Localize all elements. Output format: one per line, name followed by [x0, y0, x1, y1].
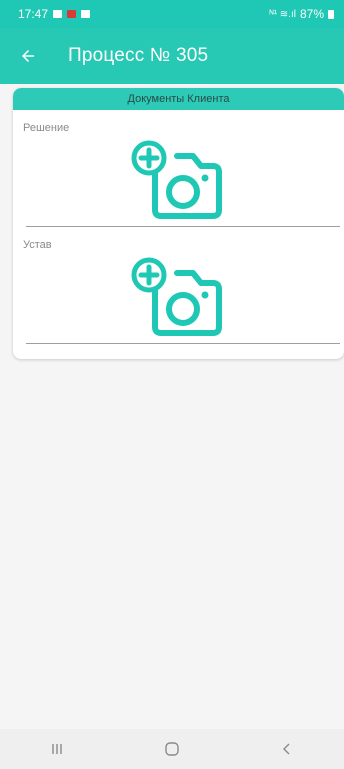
card-header: Документы Клиента — [13, 88, 344, 110]
documents-card: Документы Клиента Решение Устав — [13, 88, 344, 359]
recents-icon — [52, 744, 63, 754]
arrow-left-icon — [22, 50, 34, 62]
status-bar: 17:47 ᴺ¹ ≋.ıl 87% — [0, 0, 344, 28]
document-section-ustav: Устав — [13, 227, 344, 344]
page-title: Процесс № 305 — [68, 45, 209, 66]
home-icon — [165, 742, 179, 756]
signal-wifi-icon: ᴺ¹ ≋.ıl — [269, 8, 296, 20]
gallery-notification-icon — [53, 10, 63, 18]
app-notification-icon — [67, 10, 77, 18]
add-photo-icon — [131, 140, 222, 219]
status-time: 17:47 — [18, 7, 49, 21]
add-photo-button-reshenie[interactable] — [121, 138, 223, 222]
battery-icon — [328, 9, 334, 19]
home-button[interactable] — [142, 729, 202, 769]
message-notification-icon — [81, 10, 91, 18]
document-section-reshenie: Решение — [13, 110, 344, 227]
back-chevron-icon — [282, 743, 290, 755]
document-label: Решение — [23, 122, 70, 134]
status-right: ᴺ¹ ≋.ıl 87% — [269, 7, 334, 21]
add-photo-icon — [131, 257, 222, 336]
system-nav-bar — [0, 729, 344, 769]
divider — [26, 343, 340, 344]
back-button[interactable] — [0, 28, 56, 84]
document-label: Устав — [23, 239, 52, 251]
app-bar: Процесс № 305 — [0, 28, 344, 84]
battery-percent: 87% — [299, 7, 324, 21]
system-back-button[interactable] — [257, 729, 317, 769]
recents-button[interactable] — [27, 729, 87, 769]
status-left: 17:47 — [18, 7, 91, 21]
add-photo-button-ustav[interactable] — [121, 255, 223, 339]
